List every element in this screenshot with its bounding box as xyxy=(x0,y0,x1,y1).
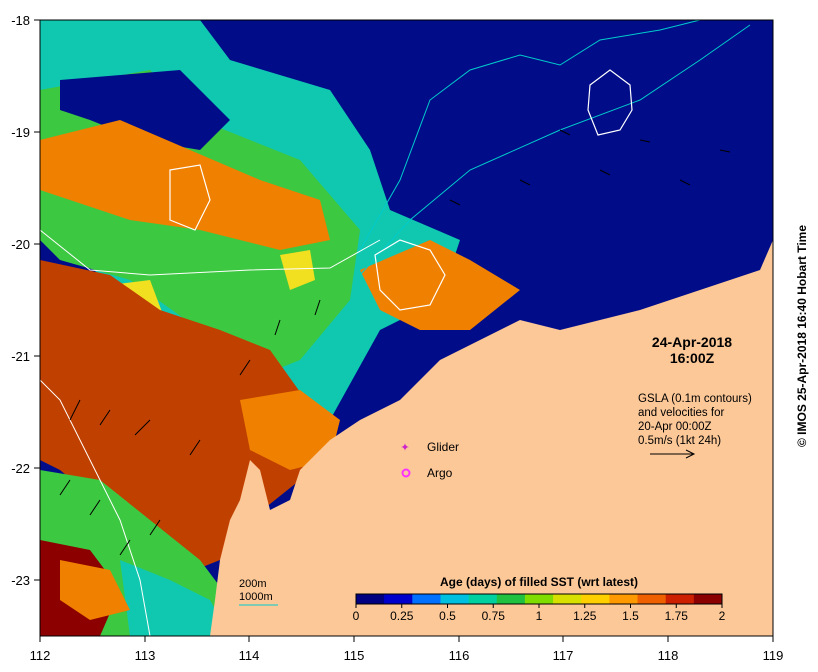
colorbar-tick-label: 1.5 xyxy=(622,609,639,623)
bathy-200m-label: 200m xyxy=(239,578,267,590)
colorbar-segment xyxy=(524,594,554,604)
x-tick-label: 116 xyxy=(449,648,470,663)
colorbar-tick-label: 0.25 xyxy=(390,609,414,623)
colorbar-tick-label: 0.5 xyxy=(439,609,456,623)
x-axis-ticks xyxy=(39,636,774,642)
colorbar-tick-label: 1.75 xyxy=(665,609,689,623)
gsla-note-line: and velocities for xyxy=(638,407,724,419)
map-plot-area xyxy=(40,20,773,636)
y-tick-label: -23 xyxy=(11,573,30,588)
sst-map: 112 113 114 115 116 117 118 119 -18 -19 … xyxy=(11,13,809,663)
x-tick-label: 113 xyxy=(135,648,156,663)
gsla-note-line: GSLA (0.1m contours) xyxy=(638,393,752,405)
colorbar xyxy=(356,594,723,604)
map-time: 16:00Z xyxy=(670,350,715,366)
imos-credit: © IMOS 25-Apr-2018 16:40 Hobart Time xyxy=(795,225,809,447)
colorbar-segment xyxy=(637,594,667,604)
colorbar-segment xyxy=(693,594,723,604)
colorbar-segment xyxy=(468,594,498,604)
y-tick-label: -18 xyxy=(11,13,30,28)
gsla-note-line: 20-Apr 00:00Z xyxy=(638,421,712,433)
y-tick-label: -21 xyxy=(11,349,30,364)
colorbar-segment xyxy=(665,594,695,604)
x-tick-label: 115 xyxy=(344,648,365,663)
y-tick-label: -22 xyxy=(11,461,30,476)
map-date: 24-Apr-2018 xyxy=(652,334,732,350)
gsla-note-line: 0.5m/s (1kt 24h) xyxy=(638,435,721,447)
colorbar-tick-label: 0.75 xyxy=(482,609,506,623)
colorbar-segment xyxy=(609,594,639,604)
colorbar-title: Age (days) of filled SST (wrt latest) xyxy=(440,575,638,589)
x-tick-label: 114 xyxy=(239,648,260,663)
y-axis-ticks xyxy=(34,19,40,581)
colorbar-segment xyxy=(496,594,526,604)
colorbar-segment xyxy=(384,594,413,604)
x-tick-label: 112 xyxy=(30,648,51,663)
colorbar-tick-label: 2 xyxy=(719,609,726,623)
bathy-1000m-label: 1000m xyxy=(239,591,273,603)
colorbar-segment xyxy=(440,594,470,604)
y-tick-label: -19 xyxy=(11,125,30,140)
colorbar-segment xyxy=(356,594,385,604)
y-tick-label: -20 xyxy=(11,237,30,252)
colorbar-tick-label: 1.25 xyxy=(573,609,597,623)
glider-marker-icon: ✦ xyxy=(400,442,409,454)
colorbar-tick-label: 1 xyxy=(536,609,543,623)
colorbar-segment xyxy=(581,594,610,604)
colorbar-segment xyxy=(553,594,582,604)
colorbar-tick-label: 0 xyxy=(353,609,360,623)
glider-label: Glider xyxy=(427,440,459,454)
argo-label: Argo xyxy=(427,466,453,480)
x-tick-label: 118 xyxy=(658,648,679,663)
x-tick-label: 119 xyxy=(763,648,784,663)
x-tick-label: 117 xyxy=(553,648,574,663)
colorbar-segment xyxy=(412,594,441,604)
